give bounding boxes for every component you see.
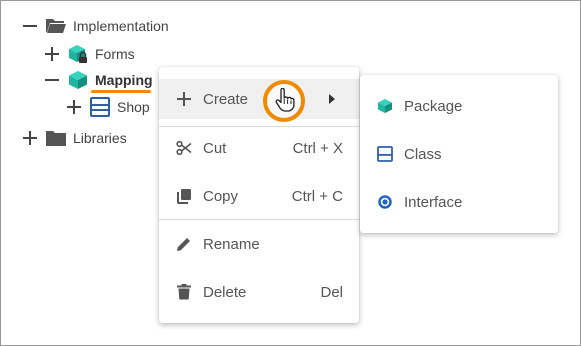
tree-item-label: Libraries (73, 130, 127, 146)
submenu-item-package[interactable]: Package (360, 86, 558, 126)
menu-item-rename[interactable]: Rename (159, 224, 359, 264)
tree-item-libraries[interactable]: Libraries (23, 127, 127, 149)
package-icon (67, 69, 89, 91)
menu-item-cut[interactable]: Cut Ctrl + X (159, 128, 359, 168)
cursor-highlight (263, 80, 305, 122)
menu-item-label: Package (404, 97, 463, 115)
menu-item-label: Interface (404, 193, 463, 211)
submenu-item-interface[interactable]: Interface (360, 182, 558, 222)
selection-underline (91, 90, 151, 93)
interface-icon (376, 193, 394, 211)
menu-separator (159, 219, 359, 220)
class-icon (376, 145, 394, 163)
menu-item-label: Class (404, 145, 442, 163)
tree-item-mapping[interactable]: Mapping (45, 69, 153, 91)
trash-icon (175, 283, 193, 301)
tree-item-label: Forms (95, 46, 135, 62)
tree-item-label: Shop (117, 99, 150, 115)
menu-item-label: Delete (203, 283, 247, 301)
pencil-icon (175, 235, 193, 253)
menu-separator (159, 126, 359, 127)
menu-item-label: Copy (203, 187, 239, 205)
submenu-item-class[interactable]: Class (360, 134, 558, 174)
scissors-icon (175, 139, 193, 157)
shortcut-label: Ctrl + C (291, 187, 343, 205)
tree-item-label: Implementation (73, 18, 169, 34)
package-locked-icon (67, 43, 89, 65)
folder-icon (45, 127, 67, 149)
menu-item-delete[interactable]: Delete Del (159, 272, 359, 312)
expand-toggle-icon[interactable] (23, 131, 37, 145)
tree-item-shop[interactable]: Shop (67, 96, 150, 118)
tree-item-implementation[interactable]: Implementation (23, 15, 169, 37)
copy-icon (175, 187, 193, 205)
class-icon (89, 96, 111, 118)
menu-item-label: Rename (203, 235, 260, 253)
tree-item-forms[interactable]: Forms (45, 43, 135, 65)
menu-item-label: Cut (203, 139, 227, 157)
collapse-toggle-icon[interactable] (23, 19, 37, 33)
hand-pointer-icon (275, 88, 295, 112)
expand-toggle-icon[interactable] (67, 100, 81, 114)
chevron-right-icon (329, 94, 335, 104)
shortcut-label: Ctrl + X (292, 139, 343, 157)
shortcut-label: Del (320, 283, 343, 301)
app-frame: Implementation Forms Mapping Shop Librar… (0, 0, 581, 346)
create-submenu: Package Class Interface (360, 75, 558, 233)
plus-icon (175, 90, 193, 108)
context-menu: Create Cut Ctrl + X Copy Ctrl + C Rename… (159, 67, 359, 323)
folder-open-icon (45, 15, 67, 37)
menu-item-create[interactable]: Create (159, 79, 359, 119)
menu-item-copy[interactable]: Copy Ctrl + C (159, 176, 359, 216)
collapse-toggle-icon[interactable] (45, 73, 59, 87)
tree-item-label: Mapping (95, 72, 153, 88)
package-icon (376, 97, 394, 115)
expand-toggle-icon[interactable] (45, 47, 59, 61)
